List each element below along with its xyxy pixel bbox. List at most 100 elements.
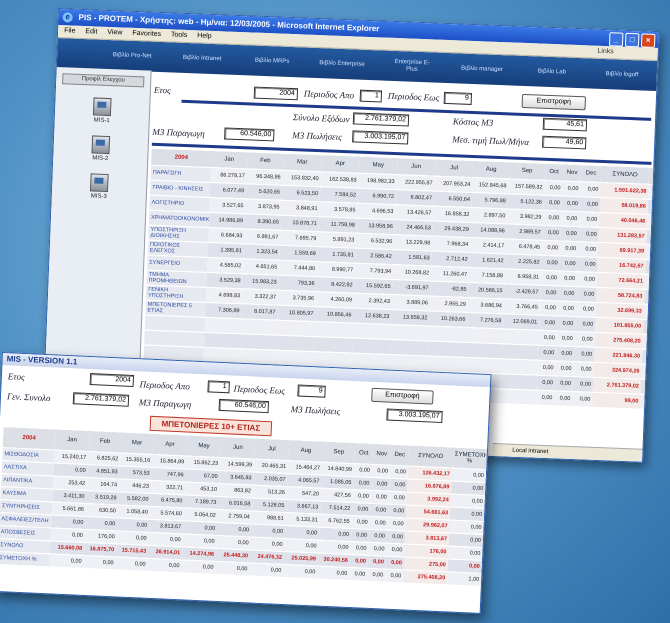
table-cell: 0,00 bbox=[573, 361, 594, 378]
table-cell: 4.260,09 bbox=[315, 291, 355, 309]
column-header: ΣΥΝΟΛΟ bbox=[408, 445, 454, 469]
period-to-field[interactable]: 9 bbox=[443, 91, 473, 105]
table-cell: 12.069,01 bbox=[503, 313, 540, 331]
table-cell: 0,00 bbox=[577, 256, 598, 273]
table-cell: 0,00 bbox=[367, 555, 387, 570]
table-cell: 16.858,32 bbox=[433, 206, 472, 223]
production-label: Μ3 Παραγωγη bbox=[152, 126, 205, 139]
table-cell: 4.585,02 bbox=[206, 257, 244, 274]
table-cell: 0,00 bbox=[575, 301, 597, 318]
table-cell: 14.088,96 bbox=[470, 222, 508, 239]
table-cell: 0,00 bbox=[536, 390, 555, 406]
nav-item[interactable]: Βιβλίο Pro-Net bbox=[109, 52, 155, 61]
period-from-field[interactable]: 1 bbox=[359, 89, 383, 103]
table-cell: 0,00 bbox=[115, 556, 148, 572]
etos-label: Ετος bbox=[153, 84, 171, 96]
table-cell: 8.422,92 bbox=[316, 276, 355, 294]
mis-1-link[interactable]: MIS-1 bbox=[55, 96, 150, 126]
table-cell: 0,00 bbox=[541, 240, 561, 256]
mis-3-link[interactable]: MIS-3 bbox=[52, 172, 147, 202]
return-button[interactable]: Επιστροφή bbox=[371, 387, 434, 405]
avg-price-field[interactable]: 49,60 bbox=[541, 135, 587, 150]
column-header: Nov bbox=[562, 164, 582, 182]
column-header: Oct bbox=[354, 443, 374, 465]
menu-file[interactable]: File bbox=[64, 27, 76, 34]
gen-total-field[interactable]: 2.761.379,02 bbox=[72, 392, 130, 407]
menu-tools[interactable]: Tools bbox=[171, 31, 188, 39]
table-cell: 4.698,83 bbox=[205, 287, 243, 304]
nav-item[interactable]: Βιβλίο Enterprise bbox=[319, 60, 365, 69]
table-cell: 0,00 bbox=[562, 181, 581, 197]
nav-item[interactable]: Βιβλίο MRPs bbox=[249, 57, 295, 66]
menu-favorites[interactable]: Favorites bbox=[132, 30, 161, 38]
nav-item[interactable]: Βιβλίο manager bbox=[459, 65, 505, 74]
table-cell: 0,00 bbox=[350, 541, 369, 556]
table-cell: 0,00 bbox=[387, 504, 407, 518]
column-header: Aug bbox=[472, 161, 510, 179]
table-cell: 96.348,86 bbox=[246, 168, 283, 186]
table-cell bbox=[501, 358, 538, 376]
column-header: Mar bbox=[282, 153, 322, 172]
period-to-field[interactable]: 9 bbox=[297, 384, 326, 398]
table-cell bbox=[645, 244, 660, 261]
menu-view[interactable]: View bbox=[107, 29, 122, 37]
nav-item[interactable]: Enterprise E-Plus bbox=[389, 59, 436, 75]
table-cell: 0,00 bbox=[578, 226, 599, 243]
table-cell: 0,00 bbox=[580, 181, 601, 198]
etos-field[interactable]: 2004 bbox=[89, 373, 135, 388]
table-cell: 3.873,95 bbox=[245, 198, 282, 216]
nav-item[interactable]: Βιβλίο Intranet bbox=[179, 54, 225, 63]
menu-edit[interactable]: Edit bbox=[85, 28, 97, 35]
mis-2-link[interactable]: MIS-2 bbox=[53, 134, 148, 164]
table-cell: 0,00 bbox=[557, 300, 577, 317]
table-cell: 0,00 bbox=[353, 476, 372, 491]
table-cell: 0,00 bbox=[554, 390, 573, 407]
total-expenses-field[interactable]: 2.761.379,02 bbox=[352, 112, 410, 127]
table-cell bbox=[647, 199, 660, 216]
close-icon[interactable]: × bbox=[640, 33, 656, 48]
table-cell: 0,00 bbox=[352, 489, 372, 504]
etos-field[interactable]: 2004 bbox=[253, 86, 299, 101]
table-cell: 0,00 bbox=[371, 464, 391, 479]
table-cell: 8.990,77 bbox=[316, 261, 356, 279]
table-cell: 0,00 bbox=[576, 271, 598, 288]
column-header: ΣΥΝΟΛΟ bbox=[600, 165, 650, 185]
nav-item[interactable]: Βιβλίο Lab bbox=[529, 68, 575, 77]
table-cell: 0,00 bbox=[540, 285, 559, 301]
table-cell: 1,00 bbox=[446, 571, 482, 587]
period-from-field[interactable]: 1 bbox=[207, 380, 230, 394]
table-cell: 10.268,82 bbox=[392, 264, 432, 282]
sales-label: Μ3 Πωλήσεις bbox=[290, 404, 341, 417]
row-total: 99,00 bbox=[592, 392, 641, 410]
column-header: Feb bbox=[246, 152, 284, 171]
column-header: Sep bbox=[508, 162, 546, 181]
links-label[interactable]: Links bbox=[597, 46, 614, 59]
production-field[interactable]: 60.546,00 bbox=[218, 398, 270, 414]
period-from-label: Περιοδος Απο bbox=[139, 379, 191, 392]
table-cell: 207.953,24 bbox=[434, 176, 473, 193]
cost-m3-field[interactable]: 45,61 bbox=[542, 117, 588, 132]
table-cell: 0,00 bbox=[560, 225, 579, 242]
sales-field[interactable]: 3.003.195,07 bbox=[352, 130, 409, 145]
nav-item[interactable]: Βιβλίο logoff bbox=[599, 70, 645, 79]
sales-field[interactable]: 3.003.195,07 bbox=[386, 408, 443, 424]
menu-help[interactable]: Help bbox=[197, 32, 212, 40]
table-cell: 6.478,45 bbox=[505, 238, 543, 256]
return-button[interactable]: Επιστροφή bbox=[521, 93, 586, 111]
table-cell: 0,00 bbox=[537, 345, 557, 361]
table-cell bbox=[352, 323, 392, 340]
table-cell bbox=[427, 355, 466, 373]
table-cell: 1.323,54 bbox=[243, 243, 281, 261]
table-cell: 6.990,72 bbox=[357, 188, 397, 205]
column-header: Sep bbox=[322, 441, 356, 464]
table-cell: 0,00 bbox=[249, 562, 284, 578]
table-cell bbox=[276, 335, 315, 352]
maximize-icon[interactable]: □ bbox=[624, 32, 640, 48]
minimize-icon[interactable]: _ bbox=[608, 32, 624, 47]
production-field[interactable]: 60.546,00 bbox=[224, 127, 275, 142]
computer-icon bbox=[92, 97, 112, 117]
table-cell: 0,00 bbox=[554, 375, 574, 392]
table-cell: 10.878,71 bbox=[280, 215, 320, 232]
mis-label: MIS-3 bbox=[90, 193, 107, 201]
computer-icon bbox=[91, 135, 111, 155]
